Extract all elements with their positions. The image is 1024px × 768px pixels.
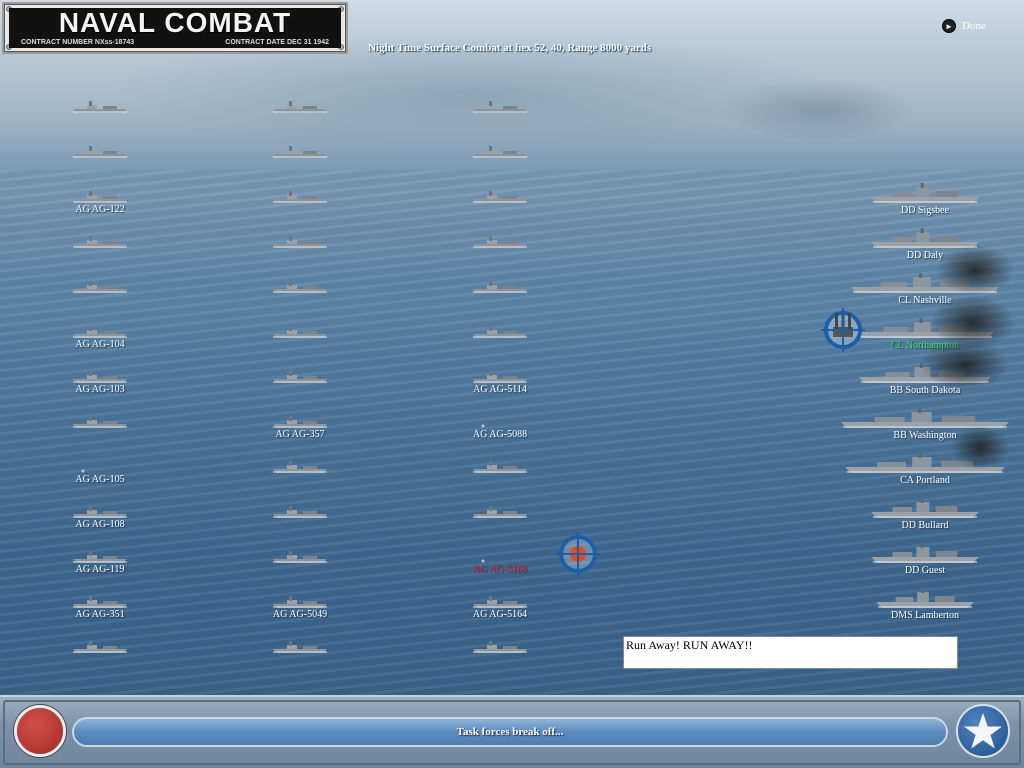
enemy-ship[interactable] [70,415,130,429]
title-plate: NAVAL COMBAT CONTRACT NUMBER NXss-18743 … [2,2,348,54]
enemy-ship[interactable] [70,235,130,249]
ship-label: CL Nashville [898,295,952,306]
allied-ship[interactable]: DMS Lamberton [876,588,974,621]
enemy-ship[interactable] [270,370,330,384]
enemy-ship[interactable]: AG AG-5168 [470,550,530,575]
ship-label: AG AG-122 [75,204,125,215]
enemy-ship[interactable] [470,460,530,474]
done-button[interactable]: ► Done [942,19,986,33]
allied-ship[interactable]: DD Guest [871,543,979,576]
ship-label: CA Portland [900,475,950,486]
enemy-ship[interactable]: AG AG-108 [70,505,130,530]
enemy-ship[interactable]: AG AG-122 [70,190,130,215]
ship-label: CL Northampton [890,340,960,351]
record-button[interactable] [14,705,66,757]
ship-label: DD Daly [906,250,944,261]
ship-label: AG AG-5088 [472,429,528,440]
crosshair-icon[interactable] [555,531,601,577]
ship-label: DD Sigsbee [900,205,950,216]
enemy-ship[interactable]: AG AG-5114 [470,370,530,395]
star-button[interactable] [956,704,1010,758]
enemy-ship[interactable] [270,460,330,474]
ship-label: AG AG-5114 [473,384,527,395]
enemy-ship[interactable] [470,325,530,339]
enemy-ship[interactable]: AG AG-104 [70,325,130,350]
enemy-ship[interactable] [70,640,130,654]
enemy-ship[interactable] [270,145,330,159]
ship-label: AG AG-103 [75,384,125,395]
game-title: NAVAL COMBAT [58,7,292,38]
allied-ship[interactable]: DD Daly [871,228,979,261]
ship-label: DD Guest [904,565,946,576]
control-bar: Task forces break off... [0,695,1024,768]
combat-message: Run Away! RUN AWAY!! [623,636,958,669]
status-text: Task forces break off... [456,726,564,738]
ship-label: BB Washington [893,430,957,441]
ship-label: DD Bullard [901,520,949,531]
enemy-ship[interactable]: AG AG-351 [70,595,130,620]
ship-label: AG AG-357 [275,429,325,440]
ship-label: AG AG-108 [75,519,125,530]
enemy-ship[interactable] [470,235,530,249]
enemy-ship[interactable] [70,280,130,294]
enemy-ship[interactable] [270,235,330,249]
enemy-ship[interactable]: AG AG-5088 [470,415,530,440]
allied-ship[interactable]: CL Northampton [856,318,994,351]
allied-ship[interactable]: DD Sigsbee [871,183,979,216]
combat-info: Night Time Surface Combat at hex 52, 40,… [368,42,652,54]
allied-ship[interactable]: BB South Dakota [859,363,991,396]
enemy-ship[interactable] [470,505,530,519]
gun-turret-icon[interactable] [820,307,866,353]
enemy-ship[interactable]: AG AG-105 [70,460,130,485]
enemy-ship[interactable] [270,100,330,114]
enemy-ship[interactable] [470,100,530,114]
enemy-ship[interactable] [470,145,530,159]
allied-ship[interactable]: CA Portland [845,453,1005,486]
ship-label: AG AG-105 [75,474,125,485]
enemy-ship[interactable]: AG AG-103 [70,370,130,395]
contract-number: CONTRACT NUMBER NXss-18743 [21,39,135,46]
allied-ship[interactable]: CL Nashville [851,273,999,306]
enemy-ship[interactable]: AG AG-119 [70,550,130,575]
contract-date: CONTRACT DATE DEC 31 1942 [225,39,329,46]
ship-label: AG AG-104 [75,339,125,350]
enemy-ship[interactable] [70,145,130,159]
allied-ship[interactable]: DD Bullard [871,498,979,531]
ship-label: AG AG-5049 [272,609,328,620]
arrow-circle-icon: ► [942,19,956,33]
enemy-ship[interactable] [270,325,330,339]
enemy-ship[interactable] [270,640,330,654]
allied-ship[interactable]: BB Washington [841,408,1009,441]
enemy-ship[interactable] [470,640,530,654]
ship-label: AG AG-119 [75,564,125,575]
enemy-ship[interactable] [470,190,530,204]
enemy-ship[interactable] [270,505,330,519]
ship-label: AG AG-5164 [472,609,528,620]
ship-label: DMS Lamberton [890,610,960,621]
status-bar: Task forces break off... [72,717,948,747]
star-icon [964,713,1002,749]
enemy-ship[interactable] [70,100,130,114]
done-label: Done [962,20,986,32]
ship-label: BB South Dakota [889,385,961,396]
ship-label: AG AG-351 [75,609,125,620]
enemy-ship[interactable]: AG AG-5164 [470,595,530,620]
enemy-ship[interactable] [270,550,330,564]
enemy-ship[interactable]: AG AG-357 [270,415,330,440]
enemy-ship[interactable]: AG AG-5049 [270,595,330,620]
ship-label: AG AG-5168 [472,564,528,575]
enemy-ship[interactable] [270,190,330,204]
enemy-ship[interactable] [270,280,330,294]
enemy-ship[interactable] [470,280,530,294]
